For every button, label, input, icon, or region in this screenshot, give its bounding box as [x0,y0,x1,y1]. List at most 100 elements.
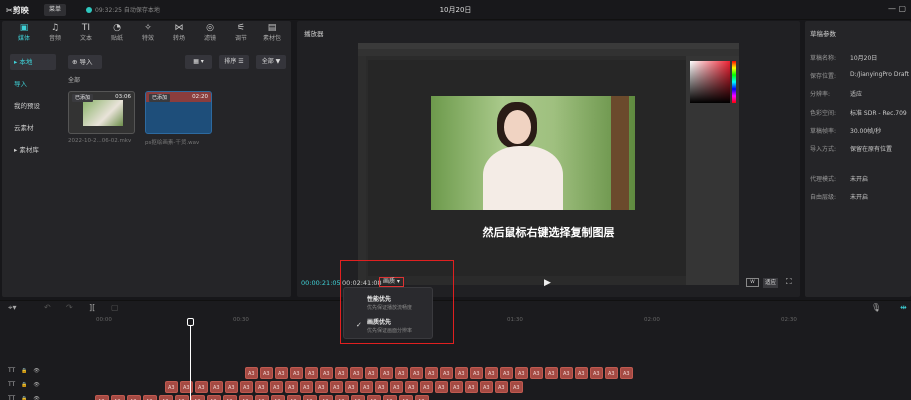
text-clip[interactable]: A3 [305,367,318,379]
time-ruler[interactable]: 00:0000:3001:0001:3002:0002:30 [94,315,911,327]
text-clip[interactable]: A3 [275,367,288,379]
tab-media[interactable]: ▣ 媒体 [9,22,39,46]
lock-icon[interactable]: 🔒 [21,382,27,388]
text-clip[interactable]: A3 [255,395,269,400]
text-clip[interactable]: A3 [285,381,298,393]
text-clip[interactable]: A3 [440,367,453,379]
fullscreen-icon[interactable]: ⛶ [786,277,792,287]
text-clip[interactable]: A3 [405,381,418,393]
sidenav-item[interactable]: 云素材 [10,120,56,136]
text-clip[interactable]: A3 [159,395,173,400]
text-clip[interactable]: A3 [290,367,303,379]
quality-option-quality[interactable]: 画质优先 [367,317,391,326]
quality-option-performance[interactable]: 性能优先 [367,294,391,303]
delete-icon[interactable]: ▢ [111,303,119,312]
text-clip[interactable]: A3 [590,367,603,379]
text-clip[interactable]: A3 [127,395,141,400]
text-clip[interactable]: A3 [383,395,397,400]
eye-icon[interactable]: 👁 [33,368,39,374]
text-clip[interactable]: A3 [270,381,283,393]
import-button[interactable]: ⊕ 导入 [68,55,102,69]
playhead[interactable] [190,318,191,400]
media-item-audio[interactable]: 已添加 02:20 [145,91,212,134]
text-clip[interactable]: A3 [351,395,365,400]
text-clip[interactable]: A3 [420,381,433,393]
text-clip[interactable]: A3 [465,381,478,393]
play-icon[interactable]: ▶ [544,278,551,288]
text-clip[interactable]: A3 [330,381,343,393]
text-clip[interactable]: A3 [560,367,573,379]
text-clip[interactable]: A3 [223,395,237,400]
tab-filter[interactable]: ◎ 滤镜 [195,22,225,46]
text-clip[interactable]: A3 [415,395,429,400]
redo-icon[interactable]: ↷ [66,303,73,312]
text-clip[interactable]: A3 [360,381,373,393]
text-clip[interactable]: A3 [207,395,221,400]
sidenav-item[interactable]: ▸ 素材库 [10,142,56,158]
text-clip[interactable]: A3 [367,395,381,400]
tab-text[interactable]: TI 文本 [71,22,101,46]
text-clip[interactable]: A3 [380,367,393,379]
text-clip[interactable]: A3 [271,395,285,400]
eye-icon[interactable]: 👁 [33,382,39,388]
media-item-video[interactable]: 已添加 03:06 [68,91,135,134]
tab-effects[interactable]: ✧ 特效 [133,22,163,46]
text-clip[interactable]: A3 [375,381,388,393]
ratio-button[interactable]: 适应 [763,278,779,288]
view-mode-button[interactable]: ▦ ▾ [185,55,212,69]
text-clip[interactable]: A3 [500,367,513,379]
text-clip[interactable]: A3 [410,367,423,379]
text-clip[interactable]: A3 [515,367,528,379]
text-clip[interactable]: A3 [210,381,223,393]
text-clip[interactable]: A3 [470,367,483,379]
text-clip[interactable]: A3 [575,367,588,379]
text-clip[interactable]: A3 [315,381,328,393]
text-clip[interactable]: A3 [239,395,253,400]
lock-icon[interactable]: 🔒 [21,368,27,374]
text-clip[interactable]: A3 [240,381,253,393]
window-controls[interactable]: — ▢ [888,4,906,13]
sidenav-item[interactable]: 导入 [10,76,56,92]
text-clip[interactable]: A3 [395,367,408,379]
text-clip[interactable]: A3 [319,395,333,400]
tab-audio[interactable]: ♫ 音频 [40,22,70,46]
text-clip[interactable]: A3 [255,381,268,393]
sidenav-item[interactable]: ▸ 本地 [10,54,56,70]
text-clip[interactable]: A3 [260,367,273,379]
text-clip[interactable]: A3 [245,367,258,379]
text-clip[interactable]: A3 [620,367,633,379]
mic-icon[interactable]: 🎙 [871,303,881,312]
text-clip[interactable]: A3 [365,367,378,379]
text-clip[interactable]: A3 [303,395,317,400]
eye-icon[interactable]: 👁 [33,396,39,400]
text-clip[interactable]: A3 [450,381,463,393]
text-clip[interactable]: A3 [605,367,618,379]
text-clip[interactable]: A3 [111,395,125,400]
text-clip[interactable]: A3 [435,381,448,393]
text-clip[interactable]: A3 [545,367,558,379]
split-icon[interactable]: ][ [89,303,95,312]
text-clip[interactable]: A3 [143,395,157,400]
tab-adjust[interactable]: ⚟ 调节 [226,22,256,46]
text-clip[interactable]: A3 [425,367,438,379]
text-clip[interactable]: A3 [495,381,508,393]
sidenav-item[interactable]: 我的预设 [10,98,56,114]
text-clip[interactable]: A3 [320,367,333,379]
select-tool-icon[interactable]: ⌖▾ [8,303,17,313]
text-clip[interactable]: A3 [175,395,189,400]
text-clip[interactable]: A3 [350,367,363,379]
text-clip[interactable]: A3 [335,395,349,400]
undo-icon[interactable]: ↶ [44,303,51,312]
text-clip[interactable]: A3 [191,395,205,400]
text-clip[interactable]: A3 [390,381,403,393]
text-clip[interactable]: A3 [195,381,208,393]
playhead-handle[interactable] [187,318,194,326]
text-clip[interactable]: A3 [399,395,413,400]
sort-button[interactable]: 排序 ☰ [219,55,249,69]
text-clip[interactable]: A3 [287,395,301,400]
text-clip[interactable]: A3 [455,367,468,379]
text-clip[interactable]: A3 [225,381,238,393]
text-clip[interactable]: A3 [300,381,313,393]
text-clip[interactable]: A3 [335,367,348,379]
filter-button[interactable]: 全部 ▼ [256,55,286,69]
